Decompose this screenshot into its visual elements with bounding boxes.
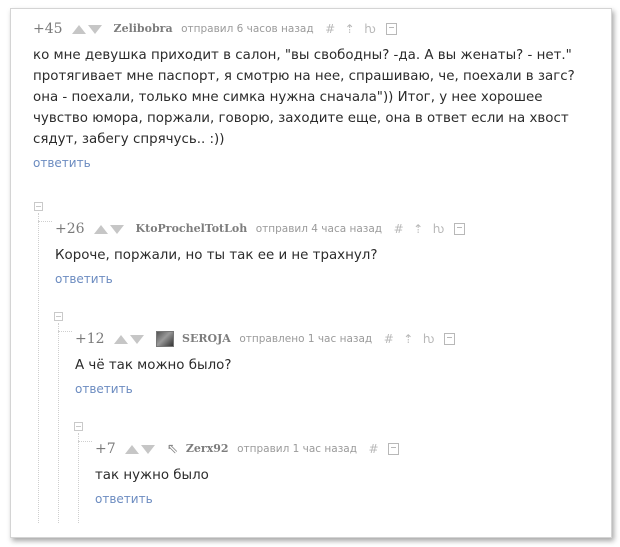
thread-line [58, 323, 59, 523]
thread-line [38, 221, 52, 222]
collapse-toggle[interactable] [34, 202, 43, 211]
save-icon[interactable] [385, 23, 397, 35]
save-icon[interactable] [454, 223, 465, 235]
comment-rating: +26 [55, 221, 85, 237]
comment-author[interactable]: Zerx92 [186, 439, 229, 459]
save-icon[interactable] [388, 443, 400, 455]
avatar [155, 331, 174, 347]
comment: +12 SEROJA отправлено 1 час назад # ⇡ ƕ … [75, 329, 593, 397]
upvote-icon[interactable] [114, 334, 129, 344]
comment: +26 KtoProchelTotLoh отправил 4 часа наз… [55, 219, 593, 287]
reply-link[interactable]: ответить [55, 272, 113, 286]
comment-timestamp: отправил 1 час назад [237, 443, 357, 455]
thread-line [58, 331, 72, 332]
comment-text: так нужно было [95, 468, 209, 483]
comment-rating: +45 [33, 21, 63, 37]
thread-line [38, 213, 39, 523]
vote-controls [125, 439, 157, 459]
comment-rating: +12 [75, 331, 105, 347]
comment-text: ко мне девушка приходит в салон, "вы сво… [33, 48, 575, 147]
comment: +45 Zelibobra отправил 6 часов назад # ⇡… [33, 19, 593, 171]
arrow-up-icon[interactable]: ⇡ [413, 219, 423, 239]
comment-author[interactable]: SEROJA [182, 329, 231, 349]
parent-comment-icon[interactable]: ƕ [433, 219, 445, 239]
downvote-icon[interactable] [130, 334, 145, 344]
permalink-icon[interactable]: # [369, 439, 379, 459]
comment-thread: +45 Zelibobra отправил 6 часов назад # ⇡… [10, 8, 612, 538]
comment-timestamp: отправлено 1 час назад [239, 333, 373, 345]
downvote-icon[interactable] [141, 444, 156, 454]
comment-rating: +7 [95, 441, 116, 457]
upvote-icon[interactable] [94, 224, 109, 234]
arrow-up-icon[interactable]: ⇡ [345, 19, 355, 39]
save-icon[interactable] [444, 333, 456, 345]
downvote-icon[interactable] [110, 224, 125, 234]
upvote-icon[interactable] [125, 444, 140, 454]
collapse-toggle[interactable] [54, 312, 63, 321]
permalink-icon[interactable]: # [384, 329, 394, 349]
comment-header: +26 KtoProchelTotLoh отправил 4 часа наз… [55, 219, 593, 239]
arrow-up-icon[interactable]: ⇡ [403, 329, 413, 349]
comment-timestamp: отправил 6 часов назад [181, 23, 314, 35]
reply-link[interactable]: ответить [95, 492, 153, 506]
reply-link[interactable]: ответить [75, 382, 133, 396]
comment-text: А чё так можно было? [75, 358, 232, 373]
thread-line [78, 441, 92, 442]
thread-line [78, 433, 79, 523]
upvote-icon[interactable] [72, 24, 87, 34]
parent-comment-icon[interactable]: ƕ [364, 19, 376, 39]
comment-author[interactable]: Zelibobra [114, 19, 173, 39]
collapse-toggle[interactable] [74, 422, 83, 431]
permalink-icon[interactable]: # [394, 219, 404, 239]
comment-header: +7 ⇖ Zerx92 отправил 1 час назад # [95, 439, 593, 459]
comment-author[interactable]: KtoProchelTotLoh [136, 219, 248, 239]
comment-text: Короче, поржали, но ты так ее и не трахн… [55, 248, 378, 263]
vote-controls [114, 329, 146, 349]
comment-header: +45 Zelibobra отправил 6 часов назад # ⇡… [33, 19, 593, 39]
reply-link[interactable]: ответить [33, 156, 91, 170]
parent-comment-icon[interactable]: ƕ [423, 329, 435, 349]
vote-controls [94, 219, 126, 239]
comment: +7 ⇖ Zerx92 отправил 1 час назад # так н… [95, 439, 593, 507]
vote-controls [72, 19, 104, 39]
permalink-icon[interactable]: # [325, 19, 335, 39]
downvote-icon[interactable] [88, 24, 103, 34]
comment-header: +12 SEROJA отправлено 1 час назад # ⇡ ƕ [75, 329, 593, 349]
comment-timestamp: отправил 4 часа назад [255, 223, 383, 235]
cursor-arrow-icon: ⇖ [166, 441, 179, 457]
